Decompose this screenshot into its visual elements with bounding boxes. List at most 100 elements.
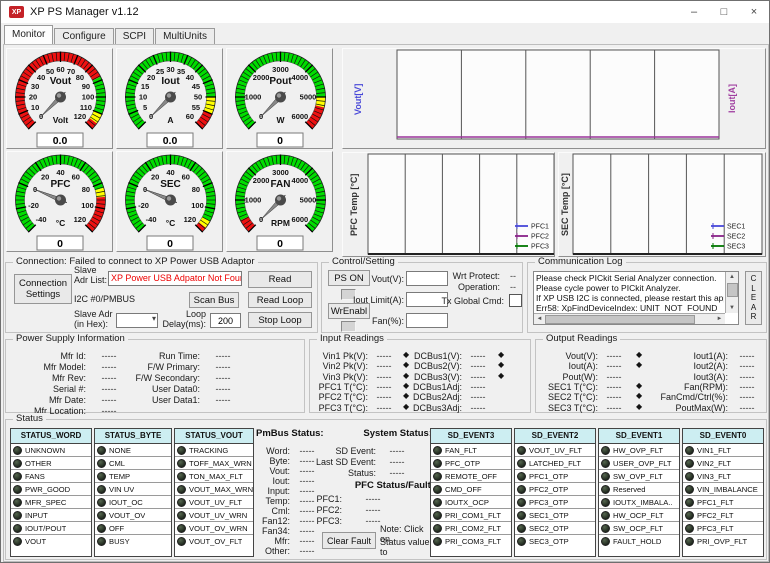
scroll-right-icon[interactable]: ►	[714, 314, 725, 324]
sd-event-table-0-row[interactable]: REMOTE_OFF	[431, 470, 511, 483]
slave-adr-list-field[interactable]: XP Power USB Adpator Not Found	[108, 271, 242, 286]
sd-event-table-3-row[interactable]: PRI_OVP_FLT	[683, 535, 763, 548]
clear-log-button[interactable]: CLEAR	[745, 271, 762, 325]
comm-log-group-title: Communication Log	[535, 256, 626, 267]
log-line: If XP USB I2C is connected, please resta…	[536, 293, 724, 303]
scan-bus-button[interactable]: Scan Bus	[189, 292, 239, 308]
read-button[interactable]: Read	[248, 271, 312, 288]
status-table-2-row[interactable]: VOUT_OV_FLT	[175, 535, 253, 548]
horizontal-scrollbar[interactable]: ◄ ►	[534, 313, 725, 324]
status-table-0-row[interactable]: OTHER	[11, 457, 91, 470]
input-reading-value: -----	[370, 382, 398, 392]
sd-event-table-0-row[interactable]: PRI_COM1_FLT	[431, 509, 511, 522]
sd-event-table-1-row[interactable]: PFC1_OTP	[515, 470, 595, 483]
status-table-0-row[interactable]: VOUT	[11, 535, 91, 548]
status-table-2-row-label: TOFF_MAX_WRN	[189, 459, 252, 468]
svg-text:SEC3: SEC3	[727, 244, 745, 251]
sd-event-table-2-row[interactable]: HW_OVP_FLT	[599, 444, 679, 457]
scroll-down-icon[interactable]: ▼	[727, 303, 738, 313]
status-table-2-row[interactable]: VOUT_MAX_WRN	[175, 483, 253, 496]
sd-event-table-3-row[interactable]: PFC2_FLT	[683, 509, 763, 522]
sd-event-table-1-row[interactable]: SEC1_OTP	[515, 509, 595, 522]
clear-fault-button[interactable]: Clear Fault	[322, 532, 376, 549]
sd-event-table-3-row[interactable]: PFC3_FLT	[683, 522, 763, 535]
status-led	[517, 511, 526, 520]
status-table-1-row-label: VOUT_OV	[109, 511, 145, 520]
output-reading-label: Iout3(A):	[648, 372, 728, 382]
svg-text:70: 70	[67, 67, 75, 76]
tx-global-checkbox[interactable]	[509, 294, 522, 307]
status-table-1-row[interactable]: VOUT_OV	[95, 509, 171, 522]
sd-event-table-2-row[interactable]: FAULT_HOLD	[599, 535, 679, 548]
input-reading-label: Vin2 Pk(V):	[312, 361, 368, 371]
svg-text:0.0: 0.0	[53, 135, 68, 147]
sd-event-table-1-row[interactable]: PFC2_OTP	[515, 483, 595, 496]
status-group: Status PmBus Status: System Status: PFC …	[5, 419, 767, 560]
sd-event-table-1-row[interactable]: VOUT_UV_FLT	[515, 444, 595, 457]
sd-event-table-0-row[interactable]: FAN_FLT	[431, 444, 511, 457]
comm-log-box[interactable]: Please check PICkit Serial Analyzer conn…	[533, 271, 739, 325]
horizontal-scrollbar-thumb[interactable]	[545, 315, 695, 324]
sd-event-table-2-row[interactable]: HW_OCP_FLT	[599, 509, 679, 522]
sd-event-table-0-row[interactable]: CMD_OFF	[431, 483, 511, 496]
sd-event-table-2-row[interactable]: USER_OVP_FLT	[599, 457, 679, 470]
status-table-1-row[interactable]: IOUT_OC	[95, 496, 171, 509]
vout-set-input[interactable]	[406, 271, 448, 286]
sd-event-table-2-row[interactable]: IOUTX_IMBALA..	[599, 496, 679, 509]
sd-event-table-2-row[interactable]: SW_OVP_FLT	[599, 470, 679, 483]
status-led	[685, 485, 694, 494]
status-table-2: STATUS_VOUTTRACKINGTOFF_MAX_WRNTON_MAX_F…	[174, 428, 254, 557]
scroll-up-icon[interactable]: ▲	[727, 272, 738, 282]
connection-settings-button[interactable]: Connection Settings	[14, 274, 72, 304]
ps-on-button[interactable]: PS ON	[328, 270, 370, 286]
status-table-2-row[interactable]: VOUT_OV_WRN	[175, 522, 253, 535]
status-table-0-row[interactable]: UNKNOWN	[11, 444, 91, 457]
sd-event-table-3-row[interactable]: VIN1_FLT	[683, 444, 763, 457]
sd-event-table-3-row[interactable]: VIN_IMBALANCE	[683, 483, 763, 496]
sd-event-table-3-row[interactable]: VIN2_FLT	[683, 457, 763, 470]
vertical-scrollbar-thumb[interactable]	[727, 283, 738, 297]
sd-event-table-1-row[interactable]: SEC2_OTP	[515, 522, 595, 535]
status-table-2-row[interactable]: VOUT_UV_FLT	[175, 496, 253, 509]
sd-event-table-1-row[interactable]: LATCHED_FLT	[515, 457, 595, 470]
status-table-0-row[interactable]: MFR_SPEC	[11, 496, 91, 509]
status-table-1-row[interactable]: BUSY	[95, 535, 171, 548]
ps-info-label: Run Time:	[114, 351, 200, 361]
status-table-0-row[interactable]: FANS	[11, 470, 91, 483]
slave-adr-select[interactable]: ▾	[116, 313, 158, 328]
vertical-scrollbar[interactable]: ▲ ▼	[725, 272, 738, 313]
sd-event-table-0-row[interactable]: PRI_COM2_FLT	[431, 522, 511, 535]
fan-set-input[interactable]	[406, 313, 448, 328]
tab-monitor[interactable]: Monitor	[4, 25, 53, 44]
scroll-left-icon[interactable]: ◄	[534, 314, 545, 324]
wr-enabl-button[interactable]: WrEnabl	[328, 303, 370, 319]
status-table-1-row[interactable]: TEMP	[95, 470, 171, 483]
status-table-0-row[interactable]: INPUT	[11, 509, 91, 522]
status-table-0-row[interactable]: PWR_GOOD	[11, 483, 91, 496]
sd-event-table-2-row[interactable]: SW_OCP_FLT	[599, 522, 679, 535]
status-table-2-row[interactable]: TON_MAX_FLT	[175, 470, 253, 483]
status-table-1-row[interactable]: CML	[95, 457, 171, 470]
status-table-0-row[interactable]: IOUT/POUT	[11, 522, 91, 535]
status-table-1-row[interactable]: NONE	[95, 444, 171, 457]
sd-event-table-0-row[interactable]: IOUTX_OCP	[431, 496, 511, 509]
sd-event-table-3-row[interactable]: PFC1_FLT	[683, 496, 763, 509]
sd-event-table-3-row[interactable]: VIN3_FLT	[683, 470, 763, 483]
stop-loop-button[interactable]: Stop Loop	[248, 312, 312, 328]
chart-sec-temp: SEC1SEC2SEC3SEC Temp [°C]	[558, 152, 766, 257]
status-table-2-row[interactable]: TOFF_MAX_WRN	[175, 457, 253, 470]
status-table-2-row[interactable]: VOUT_UV_WRN	[175, 509, 253, 522]
loop-delay-input[interactable]	[210, 313, 241, 328]
status-table-1-row[interactable]: VIN UV	[95, 483, 171, 496]
sd-event-table-2-row[interactable]: Reserved	[599, 483, 679, 496]
sd-event-table-0-row[interactable]: PFC_OTP	[431, 457, 511, 470]
sd-event-table-0-row[interactable]: PRI_COM3_FLT	[431, 535, 511, 548]
output-reading-value: -----	[732, 403, 762, 413]
read-loop-button[interactable]: Read Loop	[248, 292, 312, 308]
svg-text:10: 10	[31, 103, 39, 112]
status-led	[13, 472, 22, 481]
status-table-2-row[interactable]: TRACKING	[175, 444, 253, 457]
status-table-1-row[interactable]: OFF	[95, 522, 171, 535]
sd-event-table-1-row[interactable]: PFC3_OTP	[515, 496, 595, 509]
sd-event-table-1-row[interactable]: SEC3_OTP	[515, 535, 595, 548]
